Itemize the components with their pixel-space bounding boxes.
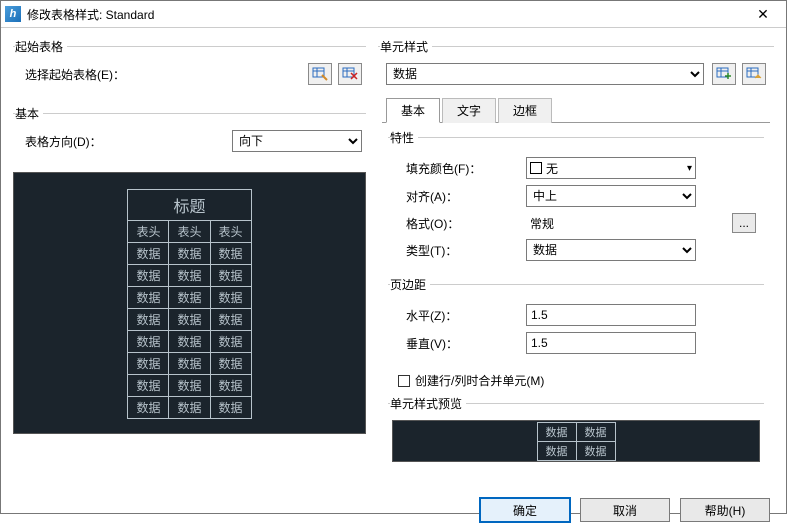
mini-cell: 数据	[576, 422, 615, 441]
start-table-group: 起始表格 选择起始表格(E)：	[13, 38, 366, 97]
dialog-footer: 确定 取消 帮助(H)	[1, 492, 786, 532]
table-clear-icon	[342, 67, 358, 81]
style-preview-table: 数据数据数据数据	[537, 422, 616, 461]
format-browse-button[interactable]: ...	[732, 213, 756, 233]
vert-input[interactable]	[526, 332, 696, 354]
preview-data-cell: 数据	[169, 397, 210, 419]
table-preview-canvas: 标题 表头表头表头 数据数据数据数据数据数据数据数据数据数据数据数据数据数据数据…	[13, 172, 366, 434]
table-pick-icon	[312, 67, 328, 81]
tab-text[interactable]: 文字	[442, 98, 496, 123]
fill-value: 无	[546, 160, 558, 177]
app-icon: h	[5, 6, 21, 22]
merge-checkbox[interactable]	[398, 375, 410, 387]
preview-header-cell: 表头	[169, 221, 210, 243]
close-button[interactable]: ✕	[744, 6, 782, 23]
properties-legend: 特性	[390, 129, 418, 146]
pick-table-button[interactable]	[308, 63, 332, 85]
preview-data-cell: 数据	[128, 375, 169, 397]
merge-label: 创建行/列时合并单元(M)	[415, 372, 544, 389]
basic-legend: 基本	[15, 105, 43, 122]
ok-button[interactable]: 确定	[480, 498, 570, 522]
preview-data-cell: 数据	[169, 353, 210, 375]
type-select[interactable]: 数据	[526, 239, 696, 261]
format-label: 格式(O)：	[406, 215, 526, 232]
clear-table-button[interactable]	[338, 63, 362, 85]
tab-border[interactable]: 边框	[498, 98, 552, 123]
preview-table: 标题 表头表头表头 数据数据数据数据数据数据数据数据数据数据数据数据数据数据数据…	[127, 189, 251, 419]
type-label: 类型(T)：	[406, 242, 526, 259]
preview-data-cell: 数据	[169, 287, 210, 309]
preview-data-cell: 数据	[169, 265, 210, 287]
start-table-legend: 起始表格	[15, 38, 67, 55]
cell-style-select[interactable]: 数据	[386, 63, 704, 85]
manage-style-button[interactable]	[742, 63, 766, 85]
preview-data-cell: 数据	[210, 309, 251, 331]
fill-label: 填充颜色(F)：	[406, 160, 526, 177]
tab-basic[interactable]: 基本	[386, 98, 440, 123]
preview-data-cell: 数据	[169, 243, 210, 265]
chevron-down-icon: ▾	[687, 163, 692, 174]
table-add-icon	[716, 67, 732, 81]
preview-data-cell: 数据	[128, 331, 169, 353]
preview-data-cell: 数据	[210, 331, 251, 353]
left-panel: 起始表格 选择起始表格(E)： 基本 表格方向(D)：	[13, 38, 366, 486]
cell-style-group: 单元样式 数据 基本 文字 边框	[378, 38, 774, 478]
preview-data-cell: 数据	[210, 243, 251, 265]
preview-data-cell: 数据	[210, 375, 251, 397]
fill-color-select[interactable]: 无 ▾	[526, 157, 696, 179]
style-preview-canvas: 数据数据数据数据	[392, 420, 760, 462]
help-button[interactable]: 帮助(H)	[680, 498, 770, 522]
dialog-content: 起始表格 选择起始表格(E)： 基本 表格方向(D)：	[1, 28, 786, 492]
preview-data-cell: 数据	[210, 265, 251, 287]
direction-label: 表格方向(D)：	[17, 133, 232, 150]
select-start-table-label: 选择起始表格(E)：	[17, 66, 308, 83]
preview-data-cell: 数据	[128, 287, 169, 309]
horiz-label: 水平(Z)：	[406, 307, 526, 324]
preview-data-cell: 数据	[128, 265, 169, 287]
preview-data-cell: 数据	[128, 309, 169, 331]
preview-data-cell: 数据	[128, 243, 169, 265]
right-panel: 单元样式 数据 基本 文字 边框	[378, 38, 774, 486]
style-preview-group: 单元样式预览 数据数据数据数据	[388, 395, 764, 468]
style-preview-legend: 单元样式预览	[390, 395, 466, 412]
margin-legend: 页边距	[390, 276, 430, 293]
new-style-button[interactable]	[712, 63, 736, 85]
preview-data-cell: 数据	[210, 397, 251, 419]
horiz-input[interactable]	[526, 304, 696, 326]
title-bar: h 修改表格样式: Standard ✕	[1, 1, 786, 28]
preview-data-cell: 数据	[169, 331, 210, 353]
properties-group: 特性 填充颜色(F)： 无 ▾ 对齐(A)：	[388, 129, 764, 270]
basic-group: 基本 表格方向(D)： 向下	[13, 105, 366, 164]
window-title: 修改表格样式: Standard	[27, 6, 744, 23]
preview-header-cell: 表头	[128, 221, 169, 243]
cell-style-legend: 单元样式	[380, 38, 432, 55]
tab-body-basic: 特性 填充颜色(F)： 无 ▾ 对齐(A)：	[382, 123, 770, 472]
align-select[interactable]: 中上	[526, 185, 696, 207]
preview-data-cell: 数据	[169, 375, 210, 397]
preview-data-cell: 数据	[128, 397, 169, 419]
mini-cell: 数据	[537, 441, 576, 460]
table-manage-icon	[746, 67, 762, 81]
preview-data-cell: 数据	[210, 287, 251, 309]
preview-header-cell: 表头	[210, 221, 251, 243]
margin-group: 页边距 水平(Z)： 垂直(V)：	[388, 276, 764, 363]
direction-select[interactable]: 向下	[232, 130, 362, 152]
preview-data-cell: 数据	[169, 309, 210, 331]
cell-style-tabs: 基本 文字 边框	[382, 97, 770, 123]
color-swatch-icon	[530, 162, 542, 174]
preview-data-cell: 数据	[128, 353, 169, 375]
format-value: 常规	[530, 215, 554, 232]
cancel-button[interactable]: 取消	[580, 498, 670, 522]
preview-data-cell: 数据	[210, 353, 251, 375]
mini-cell: 数据	[576, 441, 615, 460]
align-label: 对齐(A)：	[406, 188, 526, 205]
preview-title-cell: 标题	[128, 190, 251, 221]
mini-cell: 数据	[537, 422, 576, 441]
vert-label: 垂直(V)：	[406, 335, 526, 352]
